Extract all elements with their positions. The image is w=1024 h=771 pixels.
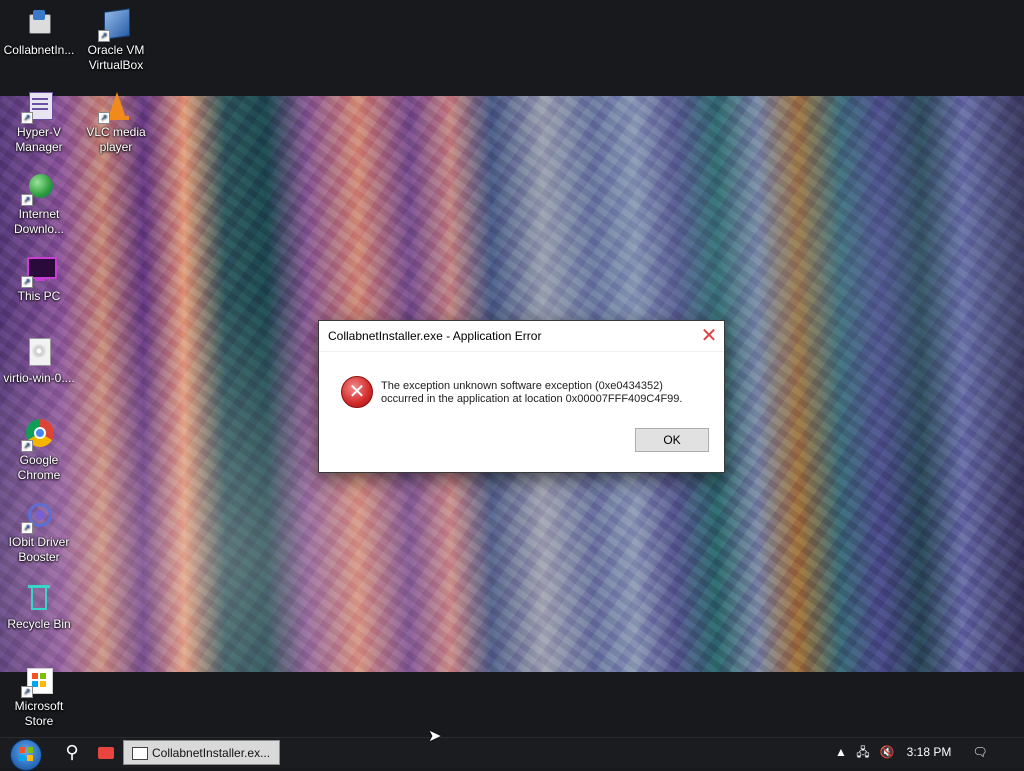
volume-muted-icon[interactable]: 🔇 bbox=[878, 738, 896, 768]
this-pc-icon: ↗ bbox=[21, 254, 57, 288]
globe-download-icon: ↗ bbox=[21, 172, 55, 206]
shortcut-arrow-icon: ↗ bbox=[21, 522, 33, 534]
dialog-body: ✕ The exception unknown software excepti… bbox=[319, 351, 724, 428]
application-error-dialog: CollabnetInstaller.exe - Application Err… bbox=[318, 320, 725, 473]
application-window-icon bbox=[132, 747, 148, 760]
network-icon[interactable]: 🖧 bbox=[854, 738, 872, 768]
vlc-cone-icon: ↗ bbox=[98, 90, 132, 124]
notifications-icon[interactable]: 🗨 bbox=[970, 738, 990, 768]
desktop-icon-iobit[interactable]: ↗ IObit Driver Booster bbox=[0, 500, 79, 565]
shortcut-arrow-icon: ↗ bbox=[98, 30, 110, 42]
desktop-icon-recycle-bin[interactable]: Recycle Bin bbox=[0, 582, 79, 632]
folder-icon bbox=[98, 747, 114, 759]
iobit-driver-icon: ↗ bbox=[21, 500, 55, 534]
ok-button[interactable]: OK bbox=[635, 428, 709, 452]
shortcut-arrow-icon: ↗ bbox=[21, 276, 33, 288]
desktop-icon-this-pc[interactable]: ↗ This PC bbox=[0, 254, 79, 304]
chrome-icon: ↗ bbox=[21, 418, 55, 452]
microsoft-store-icon: ↗ bbox=[21, 664, 55, 698]
error-message: The exception unknown software exception… bbox=[381, 380, 682, 406]
taskbar-item-label: CollabnetInstaller.ex... bbox=[152, 746, 271, 760]
desktop-icon-hyperv[interactable]: ↗ Hyper-V Manager bbox=[0, 90, 79, 155]
shortcut-arrow-icon: ↗ bbox=[21, 686, 33, 698]
windows-logo-icon bbox=[19, 747, 33, 761]
recycle-bin-icon bbox=[23, 582, 55, 614]
chevron-up-icon[interactable]: ▲ bbox=[835, 738, 847, 768]
taskbar-item-collabnet-installer[interactable]: CollabnetInstaller.ex... bbox=[123, 740, 280, 765]
taskbar: ⚲ CollabnetInstaller.ex... ▲ 🖧 🔇 3:18 PM… bbox=[0, 737, 1024, 771]
search-icon[interactable]: ⚲ bbox=[60, 738, 84, 768]
shortcut-arrow-icon: ↗ bbox=[21, 194, 33, 206]
file-explorer-button[interactable] bbox=[96, 738, 118, 768]
shortcut-arrow-icon: ↗ bbox=[98, 112, 110, 124]
dialog-title: CollabnetInstaller.exe - Application Err… bbox=[328, 329, 542, 343]
shortcut-arrow-icon: ↗ bbox=[21, 440, 33, 452]
installer-icon bbox=[23, 8, 55, 40]
dialog-title-bar[interactable]: CollabnetInstaller.exe - Application Err… bbox=[319, 321, 724, 351]
error-message-line-1: The exception unknown software exception… bbox=[381, 380, 663, 392]
virtualbox-icon: ↗ bbox=[98, 8, 132, 42]
desktop-icon-chrome[interactable]: ↗ Google Chrome bbox=[0, 418, 79, 483]
disc-image-icon bbox=[23, 336, 55, 368]
error-message-line-2: occurred in the application at location … bbox=[381, 393, 683, 405]
hyperv-manager-icon: ↗ bbox=[21, 90, 55, 124]
close-icon[interactable]: ✕ bbox=[700, 326, 718, 346]
desktop-icon-microsoft-store[interactable]: ↗ Microsoft Store bbox=[0, 664, 79, 729]
clock[interactable]: 3:18 PM bbox=[900, 738, 958, 768]
desktop-icon-vlc[interactable]: ↗ VLC media player bbox=[76, 90, 156, 155]
system-tray: ▲ 🖧 🔇 3:18 PM 🗨 bbox=[804, 738, 1024, 768]
dialog-footer: OK bbox=[319, 428, 724, 471]
desktop-icon-virtio-win[interactable]: virtio-win-0.... bbox=[0, 336, 79, 386]
mouse-cursor-icon: ➤ bbox=[428, 728, 442, 745]
desktop-icon-internet-download[interactable]: ↗ Internet Downlo... bbox=[0, 172, 79, 237]
desktop-icon-virtualbox[interactable]: ↗ Oracle VM VirtualBox bbox=[76, 8, 156, 73]
start-button[interactable] bbox=[10, 739, 42, 771]
desktop-icon-collabnet[interactable]: CollabnetIn... bbox=[0, 8, 79, 58]
shortcut-arrow-icon: ↗ bbox=[21, 112, 33, 124]
error-icon: ✕ bbox=[341, 376, 373, 408]
